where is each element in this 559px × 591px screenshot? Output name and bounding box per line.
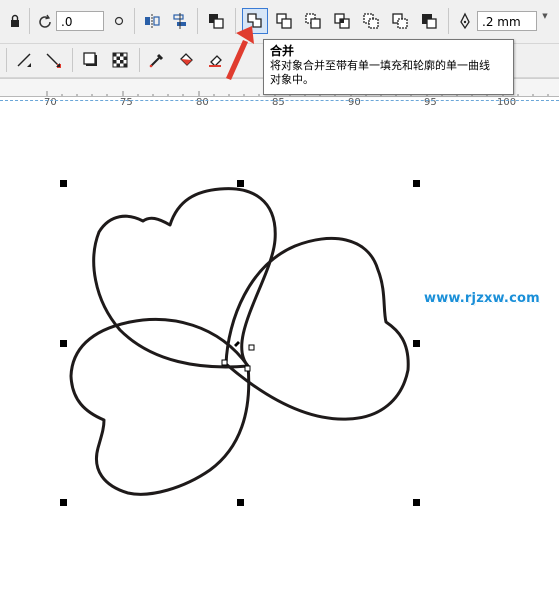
tooltip-description-line2: 对象中。 [270, 73, 314, 86]
selection-handle-top[interactable] [237, 180, 244, 187]
selection-handle-bottom-right[interactable] [413, 499, 420, 506]
selection-handle-left[interactable] [60, 340, 67, 347]
watermark: www.rjzxw.com [424, 291, 540, 306]
selection-handle-top-right[interactable] [413, 180, 420, 187]
combine-tooltip: 合并 将对象合并至带有单一填充和轮廓的单一曲线 对象中。 [263, 39, 514, 95]
selection-handle-top-left[interactable] [60, 180, 67, 187]
tooltip-title: 合并 [270, 44, 295, 58]
petal-bottom-left[interactable] [69, 318, 251, 496]
petal-top-left[interactable] [92, 187, 277, 369]
tooltip-description-line1: 将对象合并至带有单一填充和轮廓的单一曲线 [270, 59, 490, 72]
selection-handle-bottom[interactable] [237, 499, 244, 506]
petal-right[interactable] [224, 236, 410, 421]
selection-handle-right[interactable] [413, 340, 420, 347]
selection-handle-bottom-left[interactable] [60, 499, 67, 506]
